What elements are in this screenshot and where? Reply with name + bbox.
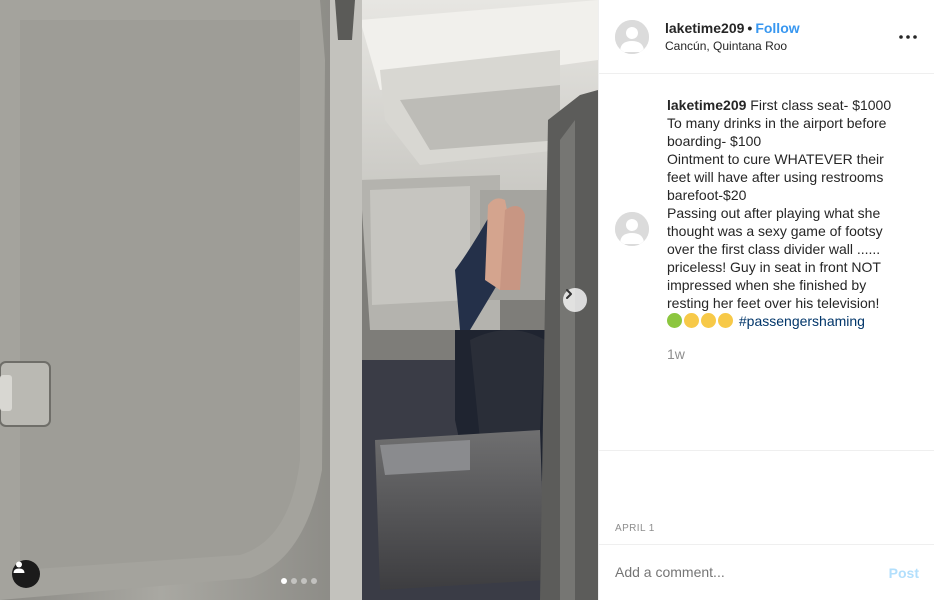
avatar[interactable]: [615, 20, 649, 54]
caption-line: barefoot-$20: [667, 187, 747, 203]
caption-line: To many drinks in the airport before: [667, 115, 887, 131]
post-photo[interactable]: [0, 0, 598, 600]
post-meta: APRIL 1: [599, 450, 934, 544]
caption-text: laketime209 First class seat- $1000 To m…: [667, 96, 917, 330]
caption-line: Ointment to cure WHATEVER their: [667, 151, 884, 167]
person-icon: [13, 561, 25, 573]
next-photo-button[interactable]: [563, 288, 587, 312]
caption-line: thought was a sexy game of footsy: [667, 223, 883, 239]
more-options-button[interactable]: [897, 26, 919, 48]
caption-line: First class seat- $1000: [750, 97, 892, 113]
caption-line: boarding- $100: [667, 133, 762, 149]
airplane-cabin-image: [0, 0, 598, 600]
caption-line: Passing out after playing what she: [667, 205, 881, 221]
carousel-dot: [281, 578, 287, 584]
carousel-dot: [311, 578, 317, 584]
post-date[interactable]: APRIL 1: [615, 523, 655, 534]
separator-dot: •: [747, 20, 753, 36]
caption-line: resting her feet over his television!: [667, 295, 880, 311]
follow-button[interactable]: Follow: [755, 20, 799, 36]
post-comment-button[interactable]: Post: [889, 565, 919, 581]
comment-input[interactable]: [615, 564, 865, 580]
post-details-panel: laketime209 • Follow Cancún, Quintana Roo …: [598, 0, 934, 600]
hashtag-link[interactable]: #passengershaming: [739, 313, 865, 329]
caption-username[interactable]: laketime209: [667, 97, 746, 113]
caption-line: feet will have after using restrooms: [667, 169, 884, 185]
carousel-dot: [301, 578, 307, 584]
rolling-on-floor-laughing-icon: [701, 313, 716, 328]
carousel-indicator: [281, 578, 317, 584]
post-header: laketime209 • Follow Cancún, Quintana Roo: [599, 0, 934, 74]
default-avatar-icon: [615, 20, 649, 54]
rolling-on-floor-laughing-icon: [718, 313, 733, 328]
comment-timestamp[interactable]: 1w: [667, 346, 685, 362]
tagged-users-button[interactable]: [12, 560, 40, 588]
default-avatar-icon: [615, 212, 649, 246]
carousel-dot: [291, 578, 297, 584]
location-link[interactable]: Cancún, Quintana Roo: [665, 39, 787, 53]
add-comment-bar: Post: [599, 544, 934, 600]
username-link[interactable]: laketime209: [665, 20, 744, 36]
avatar[interactable]: [615, 212, 649, 246]
rolling-on-floor-laughing-icon: [684, 313, 699, 328]
caption-line: priceless! Guy in seat in front NOT: [667, 259, 881, 275]
caption-line: impressed when she finished by: [667, 277, 867, 293]
nauseated-face-icon: [667, 313, 682, 328]
caption-line: over the first class divider wall ......: [667, 241, 881, 257]
more-icon: [899, 35, 917, 39]
chevron-right-icon: [566, 289, 572, 299]
